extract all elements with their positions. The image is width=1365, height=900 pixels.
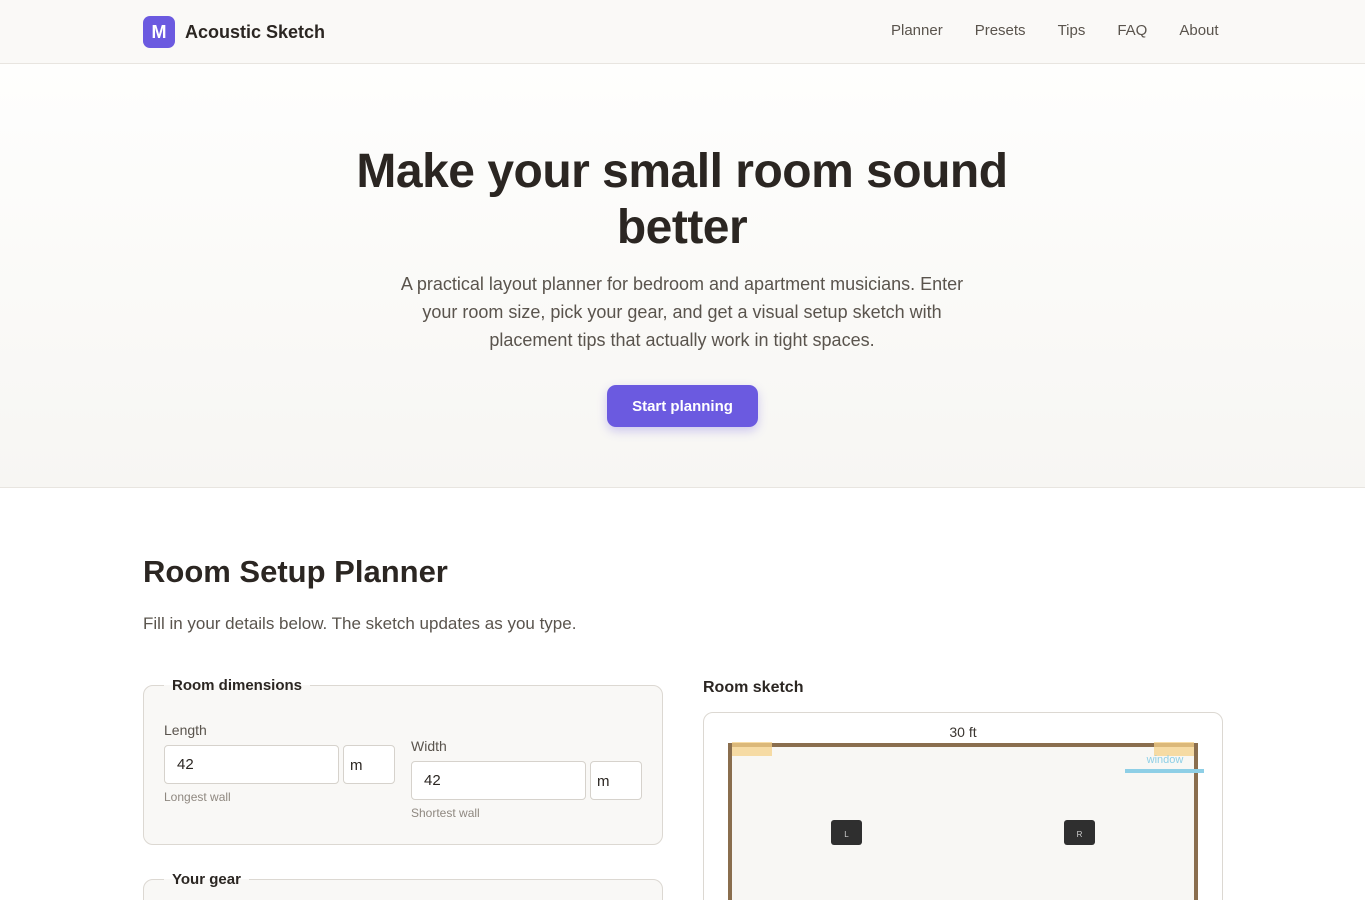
- logo-icon: M: [143, 16, 175, 48]
- width-label: Width: [411, 738, 447, 754]
- planner-subtitle: Fill in your details below. The sketch u…: [143, 614, 577, 633]
- room-width-dimension: 30 ft: [949, 724, 976, 740]
- window-marker: [1125, 769, 1204, 773]
- nav-link-presets[interactable]: Presets: [975, 22, 1026, 39]
- width-unit-select[interactable]: m: [590, 761, 642, 800]
- room-sketch-title: Room sketch: [703, 679, 804, 696]
- hero-section: Make your small room sound better A prac…: [0, 64, 1365, 488]
- your-gear-legend: Your gear: [172, 871, 241, 888]
- main-nav: Planner Presets Tips FAQ About: [891, 22, 1251, 39]
- room-floor: [730, 745, 1196, 900]
- room-sketch-canvas: window 30 ft L R: [728, 724, 1204, 900]
- hero-subtitle: A practical layout planner for bedroom a…: [400, 274, 964, 350]
- speaker-left-label: L: [844, 830, 849, 839]
- length-label: Length: [164, 722, 207, 738]
- speaker-left[interactable]: L: [831, 820, 862, 845]
- brand[interactable]: M Acoustic Sketch: [143, 16, 325, 48]
- nav-link-faq[interactable]: FAQ: [1117, 22, 1147, 39]
- nav-link-tips[interactable]: Tips: [1058, 22, 1086, 39]
- length-input[interactable]: [164, 745, 339, 784]
- your-gear-group: Your gear: [143, 871, 663, 900]
- speaker-right-label: R: [1077, 830, 1083, 839]
- length-hint: Longest wall: [164, 790, 231, 804]
- nav-link-planner[interactable]: Planner: [891, 22, 943, 39]
- window-label: window: [1146, 754, 1184, 766]
- width-input[interactable]: [411, 761, 586, 800]
- nav-link-about[interactable]: About: [1179, 22, 1218, 39]
- hero-title: Make your small room sound better: [356, 145, 1008, 254]
- length-unit-select[interactable]: m: [343, 745, 395, 784]
- planner-title: Room Setup Planner: [143, 554, 448, 589]
- top-navigation-bar: M Acoustic Sketch Planner Presets Tips F…: [0, 0, 1365, 64]
- room-dimensions-legend: Room dimensions: [172, 677, 303, 694]
- brand-name: Acoustic Sketch: [185, 21, 326, 42]
- width-hint: Shortest wall: [411, 806, 480, 820]
- corner-bass-trap-left: [732, 742, 772, 756]
- start-planning-button[interactable]: Start planning: [607, 385, 758, 427]
- speaker-right[interactable]: R: [1064, 820, 1095, 845]
